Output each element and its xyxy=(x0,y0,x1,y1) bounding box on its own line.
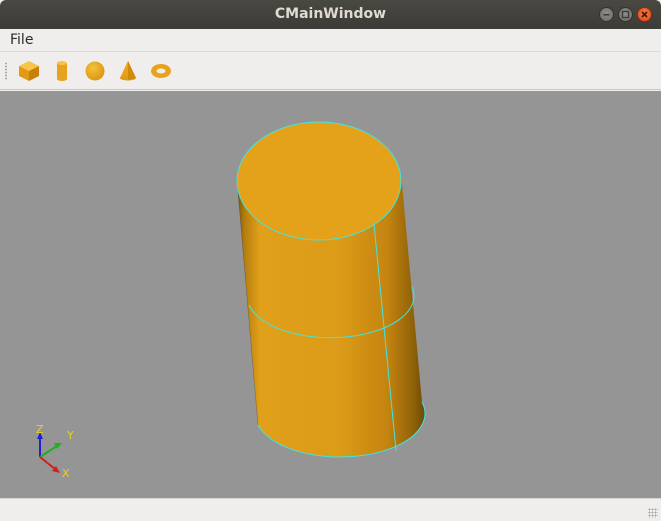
y-axis-label: Y xyxy=(66,429,74,442)
toolbar xyxy=(0,51,661,90)
close-button[interactable] xyxy=(637,7,652,22)
menu-file[interactable]: File xyxy=(10,31,33,49)
x-axis-label: X xyxy=(62,467,70,480)
scene: Z Y X xyxy=(36,121,426,480)
box-icon xyxy=(19,61,39,81)
z-axis-label: Z xyxy=(36,423,44,436)
cylinder-icon xyxy=(57,61,67,81)
sphere-tool-button[interactable] xyxy=(82,58,108,84)
maximize-button[interactable] xyxy=(618,7,633,22)
cylinder-shape[interactable] xyxy=(236,121,426,458)
resize-grip[interactable] xyxy=(648,508,658,518)
title-bar[interactable]: CMainWindow xyxy=(0,0,661,29)
cylinder-tool-button[interactable] xyxy=(49,58,75,84)
3d-viewport[interactable]: Z Y X xyxy=(0,91,661,498)
sphere-icon xyxy=(85,61,105,81)
minimize-button[interactable] xyxy=(599,7,614,22)
menu-bar: File xyxy=(0,29,661,51)
status-bar xyxy=(0,498,661,521)
window-title: CMainWindow xyxy=(274,6,387,22)
cone-tool-button[interactable] xyxy=(115,58,141,84)
torus-tool-button[interactable] xyxy=(148,58,174,84)
cone-icon xyxy=(120,61,136,81)
toolbar-grip[interactable] xyxy=(4,62,8,80)
x-axis-line xyxy=(39,456,56,470)
main-window: CMainWindow File Z Y X xyxy=(0,0,661,521)
axis-triad: Z Y X xyxy=(36,423,74,480)
torus-icon xyxy=(151,64,171,78)
box-tool-button[interactable] xyxy=(16,58,42,84)
y-axis-line xyxy=(39,445,58,458)
